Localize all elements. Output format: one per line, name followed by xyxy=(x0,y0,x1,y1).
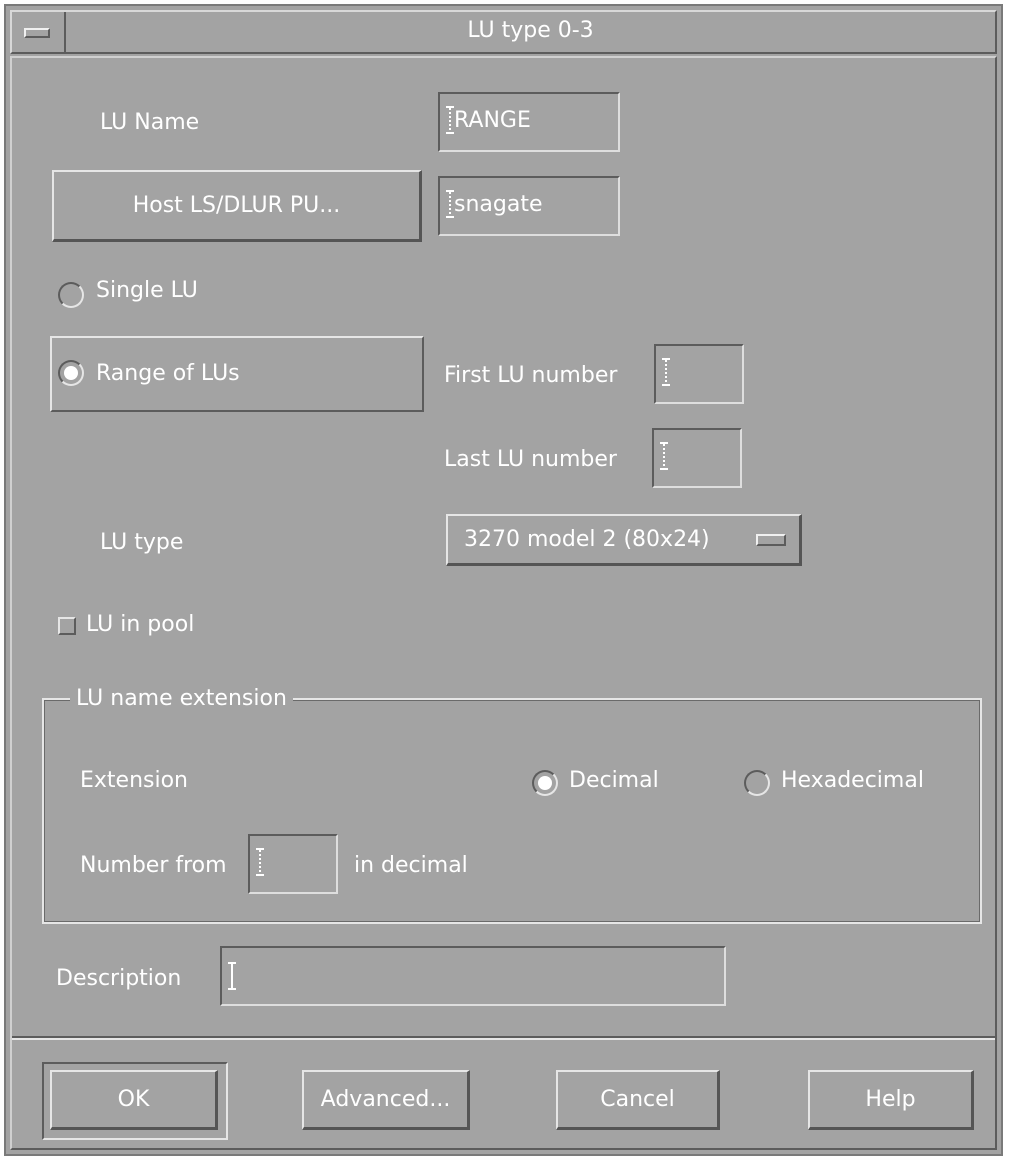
number-from-label: Number from xyxy=(80,853,227,878)
range-of-lus-label: Range of LUs xyxy=(96,361,240,386)
text-cursor-icon xyxy=(446,106,454,134)
option-menu-indicator-icon xyxy=(756,534,786,546)
text-cursor-icon xyxy=(662,358,670,386)
lu-in-pool-label: LU in pool xyxy=(86,612,195,637)
window-menu-icon xyxy=(24,28,50,38)
decimal-label: Decimal xyxy=(569,768,659,793)
window-menu-button[interactable] xyxy=(12,12,66,52)
lu-in-pool-checkbox[interactable] xyxy=(58,617,76,635)
lu-type-value: 3270 model 2 (80x24) xyxy=(464,527,710,552)
text-cursor-icon xyxy=(256,848,264,876)
host-value: snagate xyxy=(454,192,543,217)
lu-type-option-menu[interactable]: 3270 model 2 (80x24) xyxy=(446,514,802,566)
text-cursor-icon xyxy=(446,190,454,218)
last-lu-number-label: Last LU number xyxy=(444,447,617,472)
host-input[interactable]: snagate xyxy=(438,176,620,236)
decimal-radio[interactable] xyxy=(532,770,558,796)
description-input[interactable] xyxy=(220,946,726,1006)
single-lu-label: Single LU xyxy=(96,278,198,303)
button-area-separator xyxy=(12,1036,995,1040)
lu-type-label: LU type xyxy=(100,530,184,555)
text-cursor-icon xyxy=(660,442,668,470)
lu-name-input[interactable]: RANGE xyxy=(438,92,620,152)
lu-name-value: RANGE xyxy=(454,108,531,133)
extension-label: Extension xyxy=(80,768,189,793)
help-button[interactable]: Help xyxy=(808,1070,974,1130)
window-title: LU type 0-3 xyxy=(467,18,594,43)
range-of-lus-radio[interactable] xyxy=(58,360,84,386)
text-cursor-icon xyxy=(228,962,236,990)
cancel-button[interactable]: Cancel xyxy=(556,1070,720,1130)
hexadecimal-radio[interactable] xyxy=(744,770,770,796)
lu-name-extension-title: LU name extension xyxy=(70,686,293,711)
hexadecimal-label: Hexadecimal xyxy=(781,768,924,793)
first-lu-number-input[interactable] xyxy=(654,344,744,404)
host-ls-dlur-pu-button[interactable]: Host LS/DLUR PU... xyxy=(52,170,422,242)
title-bar[interactable]: LU type 0-3 xyxy=(10,10,997,54)
single-lu-radio[interactable] xyxy=(58,282,84,308)
advanced-button[interactable]: Advanced... xyxy=(302,1070,470,1130)
number-from-input[interactable] xyxy=(248,834,338,894)
first-lu-number-label: First LU number xyxy=(444,363,618,388)
description-label: Description xyxy=(56,966,182,991)
in-decimal-label: in decimal xyxy=(354,853,468,878)
lu-name-label: LU Name xyxy=(100,110,200,135)
lu-type-dialog: LU type 0-3 LU Name RANGE Host LS/DLUR P… xyxy=(4,4,1003,1156)
last-lu-number-input[interactable] xyxy=(652,428,742,488)
ok-button[interactable]: OK xyxy=(50,1070,218,1130)
lu-name-extension-group xyxy=(42,698,982,924)
